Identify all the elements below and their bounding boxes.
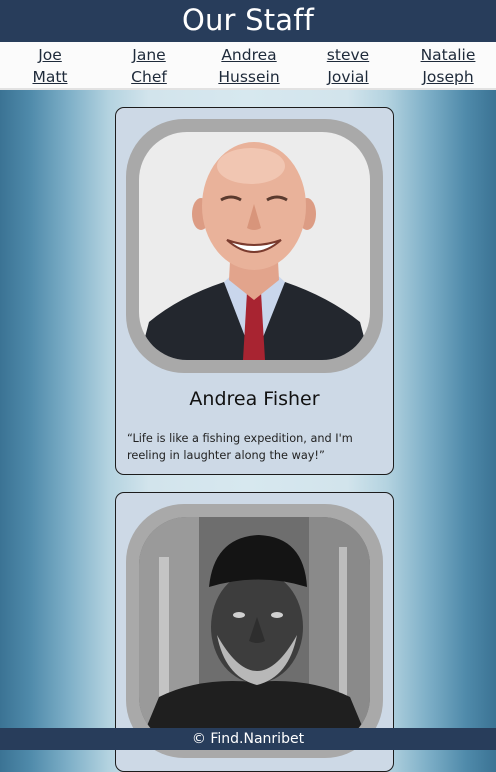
nav-column-1: Joe Matt bbox=[30, 44, 70, 88]
nav-link-andrea[interactable]: Andrea bbox=[214, 44, 284, 66]
nav-link-jane[interactable]: Jane bbox=[126, 44, 172, 66]
copyright-text: © Find.Nanribet bbox=[191, 731, 305, 747]
staff-photo bbox=[139, 132, 370, 360]
nav-link-joseph[interactable]: Joseph bbox=[414, 66, 482, 88]
staff-quote: “Life is like a fishing expedition, and … bbox=[127, 432, 353, 462]
nav-column-5: Natalie Joseph bbox=[414, 44, 482, 88]
nav-link-hussein[interactable]: Hussein bbox=[214, 66, 284, 88]
staff-name: Andrea Fisher bbox=[189, 388, 320, 410]
photo-frame bbox=[126, 504, 383, 758]
nav-link-jovial[interactable]: Jovial bbox=[320, 66, 376, 88]
staff-nav: Joe Matt Jane Chef Andrea Hussein steve … bbox=[0, 42, 496, 90]
staff-card-andrea: Andrea Fisher “Life is like a fishing ex… bbox=[115, 107, 394, 475]
nav-column-3: Andrea Hussein bbox=[214, 44, 284, 88]
nav-link-steve[interactable]: steve bbox=[320, 44, 376, 66]
page-header: Our Staff bbox=[0, 0, 496, 42]
smiling-man-portrait bbox=[139, 132, 370, 360]
nav-link-joe[interactable]: Joe bbox=[30, 44, 70, 66]
staff-photo bbox=[139, 517, 370, 745]
bearded-man-portrait bbox=[139, 517, 370, 745]
nav-column-2: Jane Chef bbox=[126, 44, 172, 88]
page-footer: © Find.Nanribet bbox=[0, 728, 496, 750]
nav-link-natalie[interactable]: Natalie bbox=[414, 44, 482, 66]
photo-frame bbox=[126, 119, 383, 373]
nav-link-matt[interactable]: Matt bbox=[30, 66, 70, 88]
page-title: Our Staff bbox=[181, 3, 315, 37]
nav-link-chef[interactable]: Chef bbox=[126, 66, 172, 88]
nav-column-4: steve Jovial bbox=[320, 44, 376, 88]
